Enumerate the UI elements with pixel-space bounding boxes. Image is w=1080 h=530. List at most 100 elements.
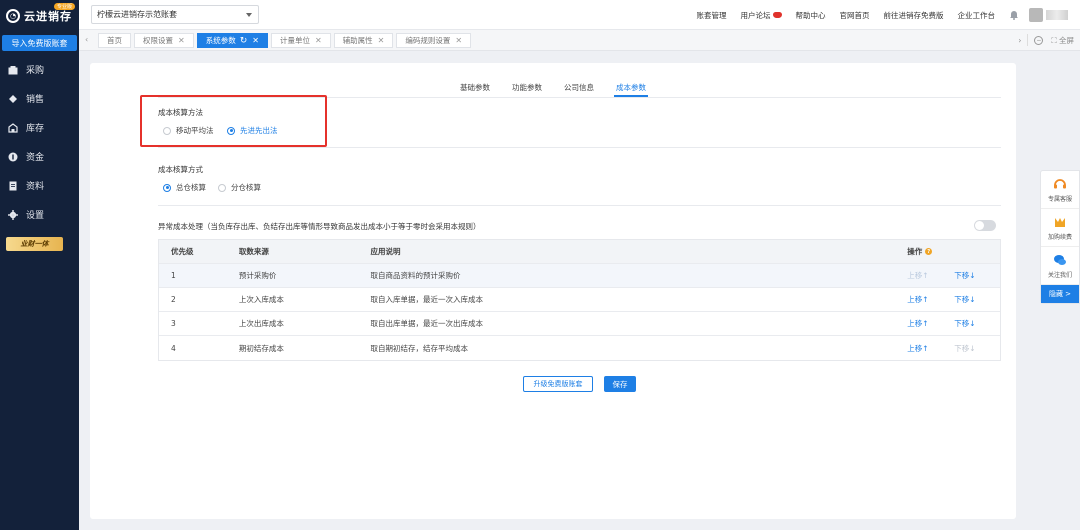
hide-panel-button[interactable]: 隐藏 > [1041,285,1079,303]
subtab-cost[interactable]: 成本参数 [614,77,648,97]
chevron-right-icon[interactable]: › [1018,36,1021,45]
table-row: 3 上次出库成本 取自出库单据，最近一次出库成本 上移↑ 下移↓ [159,312,1000,336]
fullscreen-button[interactable]: ⛶ 全屏 [1051,35,1074,46]
tab-units[interactable]: 计量单位 ✕ [270,33,331,48]
sidebar-item-settings[interactable]: 设置 [0,200,79,229]
logo-icon: ◔ [6,9,20,23]
divider [158,147,1001,148]
close-icon[interactable]: ✕ [378,36,385,45]
tab-permission-settings[interactable]: 权限设置 ✕ [134,33,194,48]
link-account-management[interactable]: 账套管理 [697,10,727,21]
tab-system-params[interactable]: 系统参数 ↻ ✕ [196,33,268,48]
radio-total-warehouse[interactable]: 总仓核算 [163,182,206,193]
subtabs: 基础参数 功能参数 公司信息 成本参数 [90,77,1016,97]
sidebar-item-sales[interactable]: 销售 [0,84,79,113]
cell-actions: 上移↑ 下移↓ [907,318,1000,329]
close-icon[interactable]: ✕ [315,36,322,45]
bell-icon[interactable] [1009,10,1019,20]
topbar: 柠檬云进销存示范账套 账套管理 用户论坛 帮助中心 官网首页 前往进销存免费版 … [79,0,1080,30]
radio-label: 总仓核算 [176,183,206,192]
subtab-company[interactable]: 公司信息 [564,77,594,97]
move-up-button[interactable]: 上移↑ [907,343,954,354]
account-select[interactable]: 柠檬云进销存示范账套 [91,5,259,24]
close-icon[interactable]: ✕ [455,36,462,45]
move-up-button[interactable]: 上移↑ [907,270,954,281]
tab-aux-attributes[interactable]: 辅助属性 ✕ [333,33,394,48]
subtab-basic[interactable]: 基础参数 [460,77,490,97]
top-links: 账套管理 用户论坛 帮助中心 官网首页 前往进销存免费版 企业工作台 [683,0,1068,30]
abnormal-cost-title: 异常成本处理（当负库存出库、负结存出库等情形导致商品发出成本小于等于零时会采用本… [158,222,481,231]
refresh-icon[interactable]: ↻ [240,36,248,46]
cost-source-table: 优先级 取数来源 应用说明 操作? 1 预计采购价 取自商品资料的预计采购价 上… [158,239,1001,361]
cell-source: 上次入库成本 [238,295,284,304]
link-enterprise-workbench[interactable]: 企业工作台 [958,10,996,21]
tab-label: 系统参数 [205,36,236,45]
save-button[interactable]: 保存 [604,376,636,392]
cell-priority: 1 [171,271,176,280]
cell-priority: 4 [171,343,176,353]
cell-source: 预计采购价 [238,271,277,280]
radio-label: 分仓核算 [231,183,261,192]
move-up-button[interactable]: 上移↑ [907,318,954,329]
sidebar-item-label: 库存 [26,124,45,134]
help-icon[interactable]: ? [925,248,933,255]
link-free-version[interactable]: 前往进销存免费版 [884,10,944,21]
chevron-down-icon [246,13,252,17]
tab-label: 首页 [107,36,122,45]
move-down-button[interactable]: 下移↓ [954,294,975,305]
cell-description: 取自出库单据，最近一次出库成本 [370,319,484,328]
link-help-center[interactable]: 帮助中心 [796,10,826,21]
tab-label: 计量单位 [279,36,310,45]
cell-priority: 2 [171,295,176,304]
sidebar-item-data[interactable]: 资料 [0,171,79,200]
sidebar: ◔ 云进销存 专业版 导入免费版账套 采购 销售 库存 资金 资料 设置 业财一… [0,0,79,530]
move-down-button[interactable]: 下移↓ [954,270,975,281]
header-actions-label: 操作 [907,247,923,256]
close-icon[interactable]: ✕ [252,36,259,45]
cell-source: 期初结存成本 [238,343,284,353]
gear-icon [8,209,18,220]
cell-priority: 3 [171,319,176,328]
float-item-label: 专属客服 [1047,195,1072,203]
sidebar-item-funds[interactable]: 资金 [0,142,79,171]
tab-label: 权限设置 [143,36,173,45]
app-logo[interactable]: ◔ 云进销存 专业版 [0,0,79,32]
wechat-icon [1053,253,1067,267]
avatar[interactable] [1029,8,1043,22]
sidebar-item-inventory[interactable]: 库存 [0,113,79,142]
tab-code-rules[interactable]: 编码规则设置 ✕ [396,33,472,48]
divider [158,205,1001,206]
coin-icon [8,152,18,162]
cell-source: 上次出库成本 [238,319,284,328]
link-user-forum[interactable]: 用户论坛 [741,10,782,21]
subtab-function[interactable]: 功能参数 [512,77,542,97]
cost-mode-title: 成本核算方式 [158,165,203,174]
tab-bar: ‹ 首页 权限设置 ✕ 系统参数 ↻ ✕ 计量单位 ✕ 辅助属性 ✕ 编码规则设置 ✕ › … [79,30,1080,51]
abnormal-cost-toggle[interactable] [974,220,996,231]
renew-button[interactable]: 加购续费 [1041,209,1079,247]
link-official-site[interactable]: 官网首页 [840,10,870,21]
cell-description: 取自期初结存，结存平均成本 [370,343,469,353]
header-actions: 操作? [907,246,1000,257]
move-up-button[interactable]: 上移↑ [907,294,954,305]
move-down-button[interactable]: 下移↓ [954,318,975,329]
divider [1027,34,1029,46]
sidebar-item-label: 销售 [26,95,45,105]
float-item-label: 关注我们 [1047,271,1072,279]
customer-service-button[interactable]: 专属客服 [1041,171,1079,209]
import-free-account-button[interactable]: 导入免费版账套 [2,35,77,51]
hot-badge-icon [772,12,782,18]
vip-badge[interactable]: 业财一体 [6,237,63,251]
header-description: 应用说明 [370,247,401,256]
move-down-button[interactable]: 下移↓ [954,343,975,354]
chevron-left-icon[interactable]: ‹ [85,35,88,44]
tab-home[interactable]: 首页 [98,33,131,48]
user-name-blurred[interactable] [1046,10,1068,20]
close-tabs-icon[interactable]: − [1034,35,1044,45]
close-icon[interactable]: ✕ [178,36,185,45]
radio-dot [163,183,171,192]
upgrade-account-button[interactable]: 升级免费版账套 [523,376,593,392]
follow-us-button[interactable]: 关注我们 [1041,247,1079,285]
sidebar-item-purchase[interactable]: 采购 [0,55,79,84]
radio-sub-warehouse[interactable]: 分仓核算 [218,182,261,193]
